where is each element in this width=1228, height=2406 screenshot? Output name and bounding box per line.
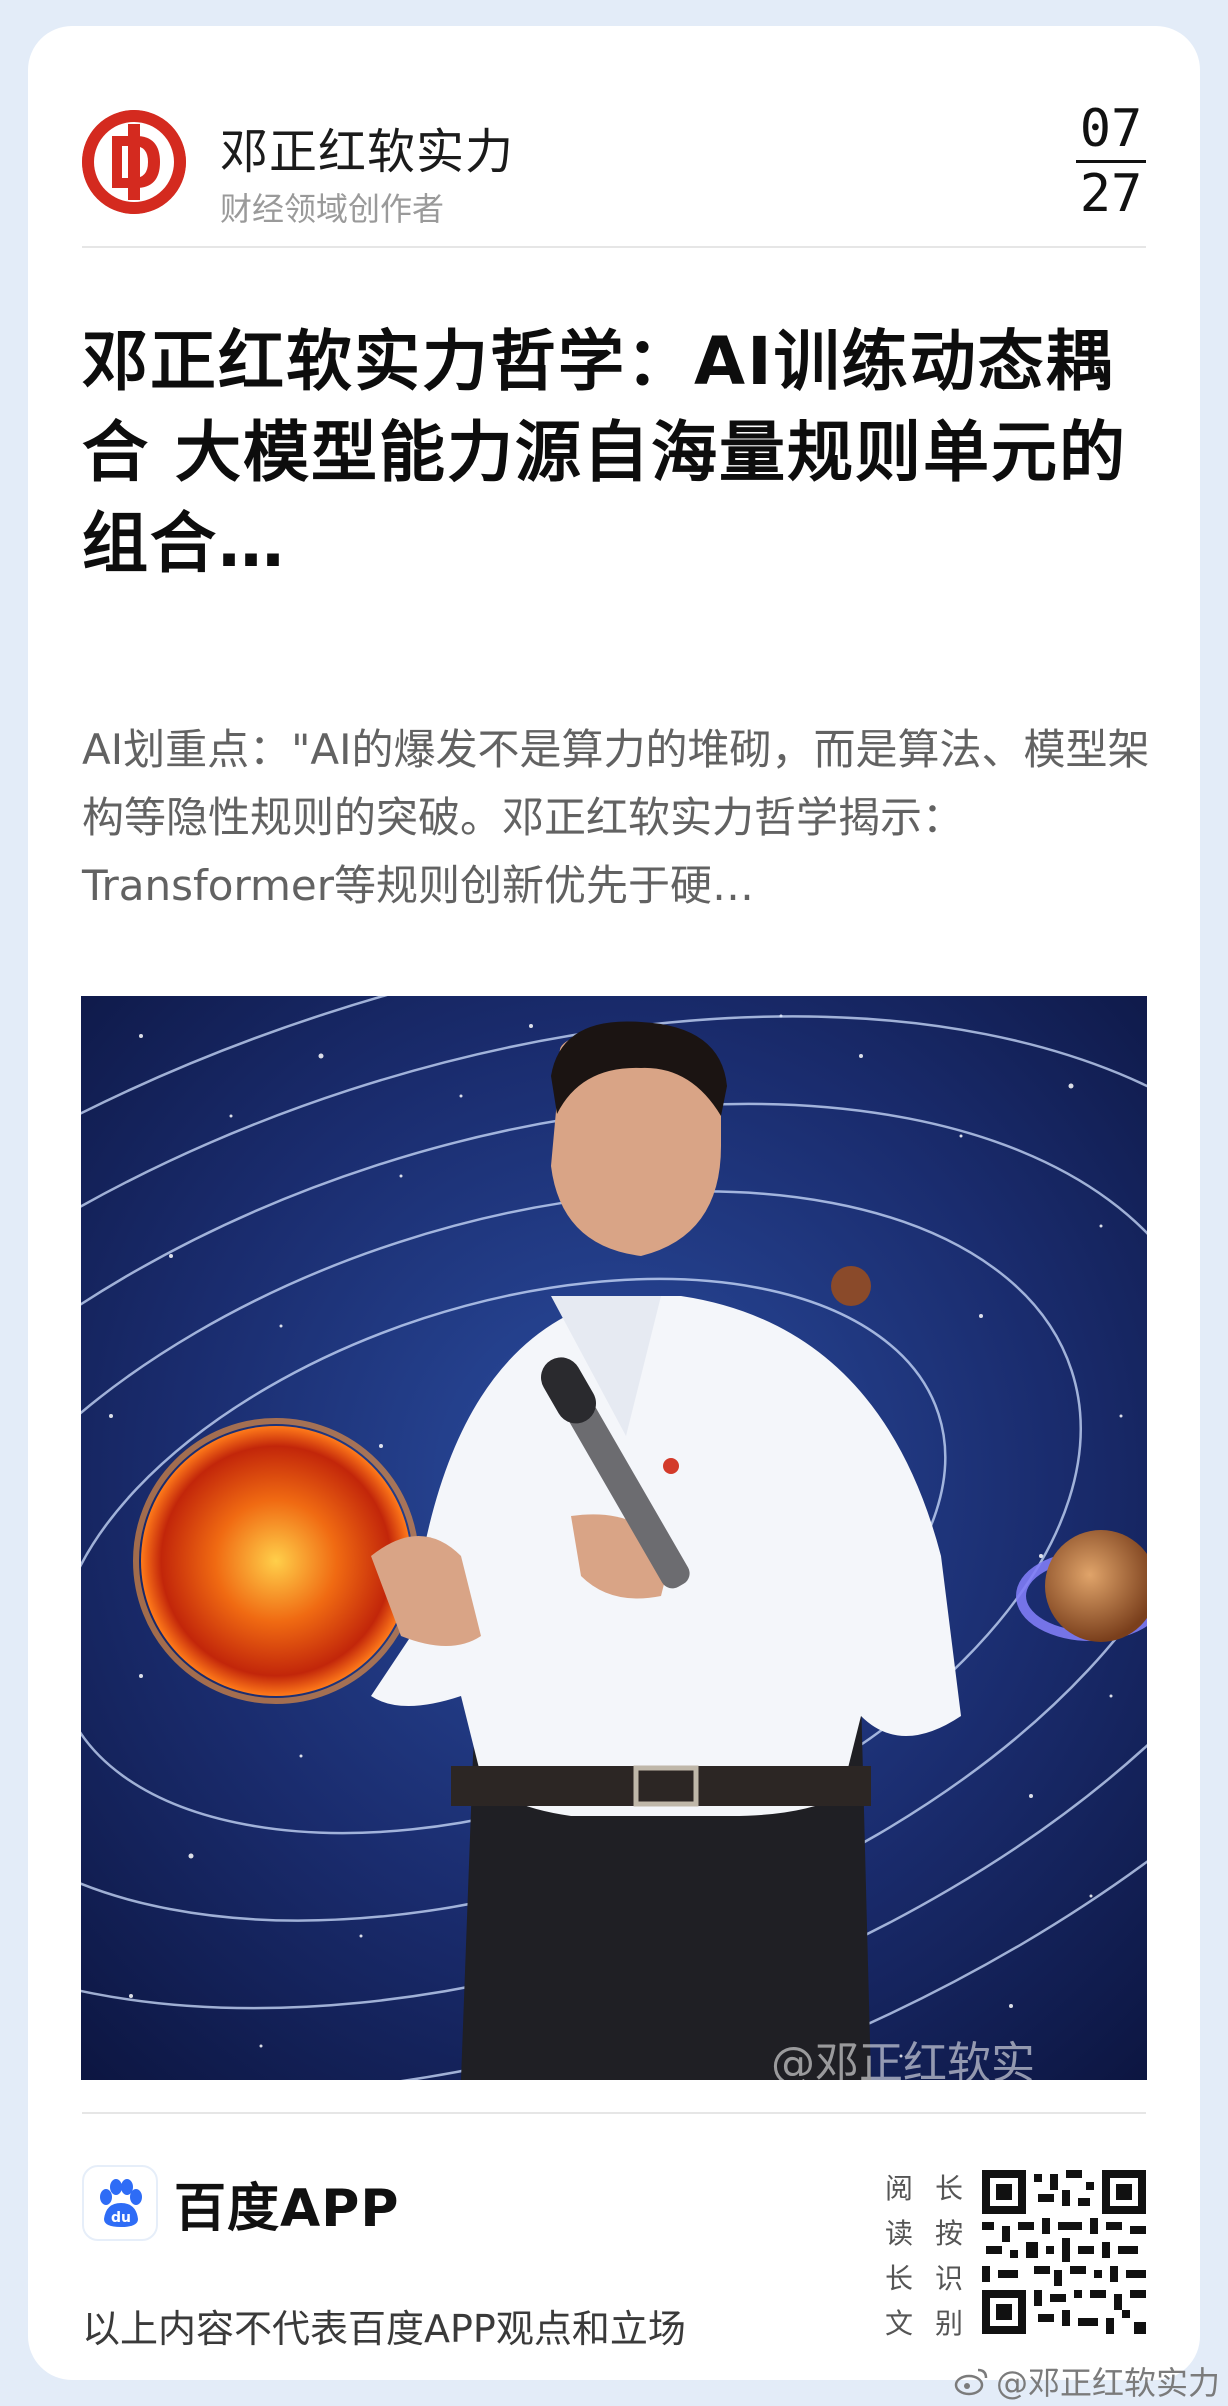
weibo-watermark-text: @邓正红软实力 <box>996 2364 1221 2402</box>
date-month: 07 <box>1079 99 1143 159</box>
longpress-char: 别 <box>934 2307 963 2340</box>
weibo-watermark: @邓正红软实力 <box>954 2358 1220 2404</box>
weibo-icon <box>954 2368 988 2396</box>
author-header: 邓正红软实力 财经领域创作者 07 27 <box>82 86 1146 236</box>
baidu-app-logo[interactable]: du 百度APP <box>82 2165 400 2241</box>
publish-date: 07 27 <box>1076 100 1146 223</box>
longpress-char: 阅 <box>884 2172 913 2205</box>
share-card: 邓正红软实力 财经领域创作者 07 27 邓正红软实力哲学：AI训练动态耦合 大… <box>28 26 1200 2380</box>
article-summary: AI划重点："AI的爆发不是算力的堆砌，而是算法、模型架构等隐性规则的突破。邓正… <box>82 725 1150 910</box>
header-divider <box>82 246 1146 248</box>
article-image[interactable]: @邓正红软实 <box>81 996 1147 2080</box>
date-day: 27 <box>1079 164 1143 224</box>
app-name: 百度APP <box>174 2178 400 2239</box>
longpress-hint: 阅 读 长 文 长 按 识 别 <box>874 2166 974 2346</box>
svg-text:du: du <box>111 2210 131 2226</box>
image-watermark: @邓正红软实 <box>771 2038 1035 2080</box>
longpress-char: 读 <box>884 2217 913 2250</box>
author-avatar[interactable] <box>82 110 186 214</box>
longpress-char: 长 <box>934 2172 963 2205</box>
longpress-char: 识 <box>934 2262 963 2295</box>
author-name[interactable]: 邓正红软实力 <box>220 112 514 182</box>
longpress-char: 长 <box>884 2262 913 2295</box>
article-title[interactable]: 邓正红软实力哲学：AI训练动态耦合 大模型能力源自海量规则单元的组合… <box>82 316 1162 589</box>
footer-divider <box>82 2112 1146 2114</box>
longpress-char: 按 <box>934 2217 963 2250</box>
qr-code[interactable] <box>982 2170 1146 2334</box>
date-divider <box>1076 160 1146 163</box>
baidu-paw-icon: du <box>82 2165 158 2241</box>
author-description: 财经领域创作者 <box>220 190 445 228</box>
disclaimer-text: 以上内容不代表百度APP观点和立场 <box>82 2307 686 2351</box>
longpress-char: 文 <box>884 2307 913 2340</box>
